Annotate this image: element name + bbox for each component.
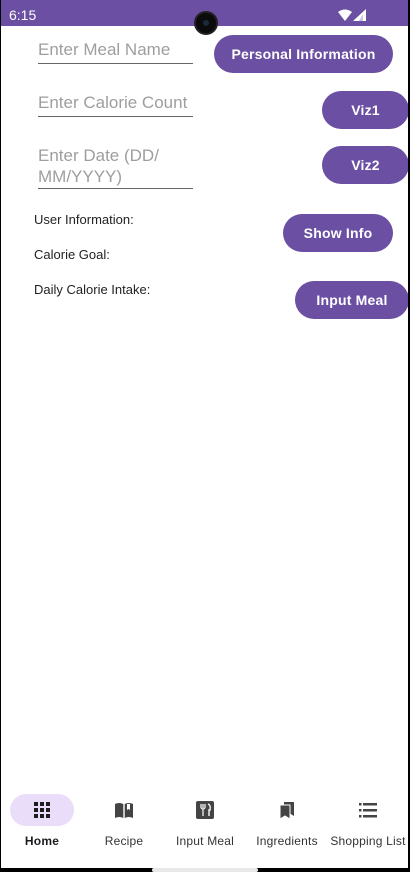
nav-item-ingredients[interactable]: Ingredients <box>246 788 328 868</box>
grid-icon <box>34 802 50 818</box>
nav-label-shopping-list: Shopping List <box>330 834 406 848</box>
date-placeholder-line-2: MM/YYYY) <box>38 167 123 186</box>
user-information-label: User Information: <box>34 212 134 227</box>
phone-frame: 6:15 Enter Meal Name Enter Calorie Count… <box>0 0 410 872</box>
calorie-count-field[interactable]: Enter Calorie Count <box>38 92 193 117</box>
front-camera <box>194 11 218 35</box>
app-screen: 6:15 Enter Meal Name Enter Calorie Count… <box>1 0 408 868</box>
calorie-goal-label: Calorie Goal: <box>34 247 110 262</box>
nav-label-input-meal: Input Meal <box>175 834 235 848</box>
input-meal-button[interactable]: Input Meal <box>295 281 408 319</box>
meal-name-placeholder: Enter Meal Name <box>38 40 171 59</box>
show-info-button[interactable]: Show Info <box>283 214 393 252</box>
status-time: 6:15 <box>9 7 37 23</box>
home-indicator[interactable] <box>152 868 258 872</box>
date-placeholder-line-1: Enter Date (DD/ <box>38 146 159 165</box>
viz2-button[interactable]: Viz2 <box>322 146 408 184</box>
personal-information-button[interactable]: Personal Information <box>214 35 393 73</box>
nav-item-shopping-list[interactable]: Shopping List <box>327 788 408 868</box>
nav-label-recipe: Recipe <box>104 834 144 848</box>
list-icon <box>359 803 377 818</box>
bottom-navigation: Home Recipe Input Meal Ingredients Shopp… <box>1 788 408 868</box>
nav-label-home: Home <box>24 834 60 848</box>
nav-label-ingredients: Ingredients <box>256 834 318 848</box>
daily-calorie-intake-label: Daily Calorie Intake: <box>34 282 151 297</box>
nav-item-input-meal[interactable]: Input Meal <box>164 788 246 868</box>
restaurant-icon <box>196 801 214 819</box>
book-icon <box>115 803 133 818</box>
viz1-button[interactable]: Viz1 <box>322 91 408 129</box>
signal-icon <box>353 9 366 21</box>
wifi-icon <box>338 9 352 21</box>
calorie-count-placeholder: Enter Calorie Count <box>38 93 188 112</box>
nav-item-home[interactable]: Home <box>1 788 83 868</box>
bookmarks-icon <box>279 802 294 820</box>
meal-name-field[interactable]: Enter Meal Name <box>38 39 193 64</box>
date-field[interactable]: Enter Date (DD/ MM/YYYY) <box>38 145 193 189</box>
nav-item-recipe[interactable]: Recipe <box>83 788 165 868</box>
